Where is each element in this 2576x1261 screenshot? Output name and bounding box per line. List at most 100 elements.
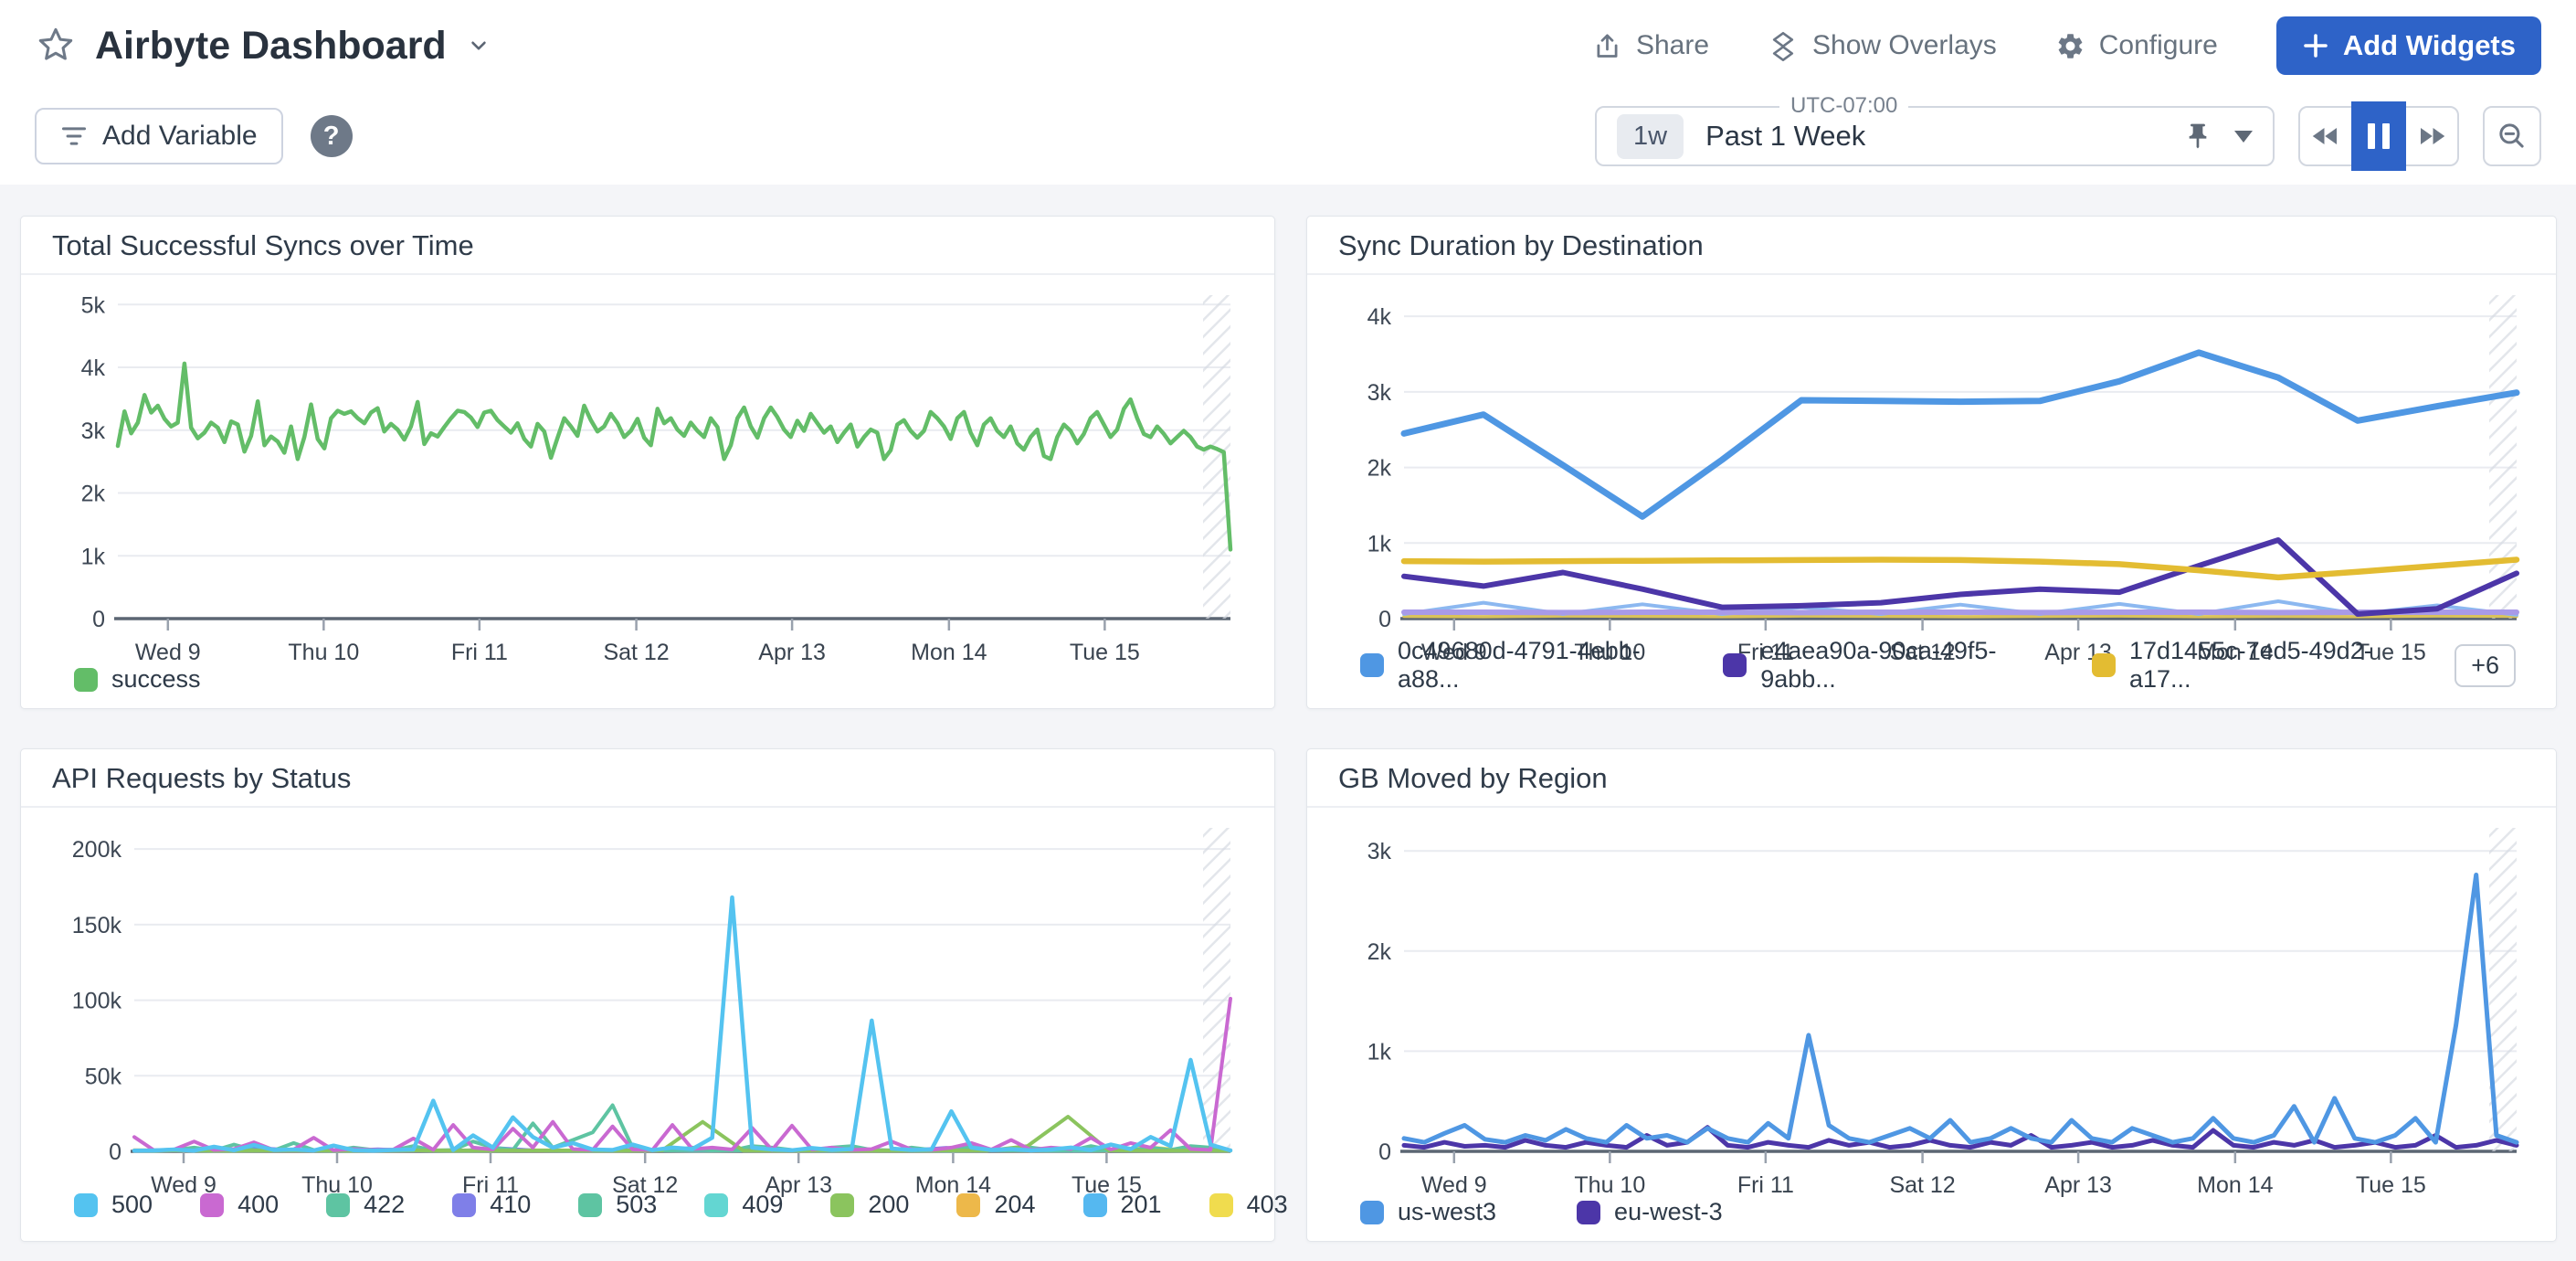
legend-item-410[interactable]: 410 (452, 1191, 531, 1219)
svg-text:200k: 200k (72, 837, 122, 863)
add-variable-button[interactable]: Add Variable (35, 108, 283, 164)
line-chart[interactable]: 3k2k1k0Wed 9Thu 10Fri 11Sat 12Apr 13Mon … (1316, 815, 2531, 1203)
legend-item-us-west3[interactable]: us-west3 (1360, 1198, 1496, 1226)
pause-button[interactable] (2351, 101, 2406, 171)
legend-label: 403 (1247, 1191, 1288, 1219)
legend-label: 422 (364, 1191, 405, 1219)
svg-text:0: 0 (1378, 607, 1391, 632)
legend-swatch (326, 1193, 350, 1217)
time-controls: UTC-07:00 1w Past 1 Week (1595, 106, 2541, 166)
fast-forward-icon (2415, 120, 2448, 153)
share-button[interactable]: Share (1592, 30, 1709, 61)
svg-text:5k: 5k (81, 292, 106, 318)
svg-text:Sat 12: Sat 12 (603, 640, 669, 665)
legend-label: 409 (742, 1191, 783, 1219)
legend-item-e4aea90a-90ca-49f5-9abb-[interactable]: e4aea90a-90ca-49f5-9abb... (1723, 637, 2026, 694)
legend-swatch (1723, 653, 1747, 677)
svg-text:Fri 11: Fri 11 (451, 640, 508, 665)
chart-legend: 500400422410503409200204201403+4 (74, 1183, 1234, 1226)
svg-text:1k: 1k (81, 544, 106, 569)
configure-button[interactable]: Configure (2055, 30, 2218, 61)
legend-label: 201 (1121, 1191, 1162, 1219)
legend-item-0c49680d-4791-4ebb-a88-[interactable]: 0c49680d-4791-4ebb-a88... (1360, 637, 1657, 694)
rewind-icon (2309, 120, 2342, 153)
svg-text:Thu 10: Thu 10 (1574, 1172, 1645, 1198)
legend-swatch (1209, 1193, 1233, 1217)
line-chart[interactable]: 4k3k2k1k0Wed 9Thu 10Fri 11Sat 12Apr 13Mo… (1316, 282, 2531, 670)
help-icon[interactable]: ? (311, 115, 353, 157)
show-overlays-button[interactable]: Show Overlays (1768, 30, 1997, 61)
zoom-out-button[interactable] (2483, 106, 2541, 166)
legend-item-422[interactable]: 422 (326, 1191, 405, 1219)
caret-down-icon[interactable] (2234, 131, 2253, 143)
legend-label: 400 (238, 1191, 279, 1219)
legend-item-17d1455c-7ed5-49d2-a17-[interactable]: 17d1455c-7ed5-49d2-a17... (2092, 637, 2389, 694)
legend-label: 200 (868, 1191, 909, 1219)
range-short-badge: 1w (1617, 114, 1684, 159)
legend-item-success[interactable]: success (74, 665, 201, 694)
header-bar: Airbyte Dashboard Share Show Overlays (0, 0, 2576, 91)
show-overlays-label: Show Overlays (1812, 30, 1997, 61)
legend-label: 503 (616, 1191, 657, 1219)
svg-text:3k: 3k (1367, 839, 1392, 864)
legend-item-200[interactable]: 200 (830, 1191, 909, 1219)
legend-swatch (830, 1193, 854, 1217)
time-range-selector[interactable]: UTC-07:00 1w Past 1 Week (1595, 106, 2275, 166)
dashboard-app: Airbyte Dashboard Share Show Overlays (0, 0, 2576, 1261)
legend-overflow-badge[interactable]: +6 (2455, 644, 2516, 687)
legend-label: e4aea90a-90ca-49f5-9abb... (1760, 637, 2026, 694)
widget-title: Total Successful Syncs over Time (21, 217, 1274, 275)
svg-text:Fri 11: Fri 11 (1737, 1172, 1794, 1198)
widget-title: API Requests by Status (21, 749, 1274, 808)
legend-swatch (2092, 653, 2116, 677)
add-variable-label: Add Variable (102, 121, 258, 152)
pin-icon[interactable] (2183, 122, 2212, 151)
widget-api-requests-by-status: API Requests by Status 200k150k100k50k0W… (20, 748, 1275, 1242)
forward-button[interactable] (2406, 108, 2457, 164)
legend-item-201[interactable]: 201 (1083, 1191, 1162, 1219)
legend-swatch (704, 1193, 728, 1217)
legend-swatch (74, 1193, 98, 1217)
add-widgets-button[interactable]: Add Widgets (2276, 16, 2541, 75)
legend-item-204[interactable]: 204 (956, 1191, 1035, 1219)
legend-item-400[interactable]: 400 (200, 1191, 279, 1219)
line-chart[interactable]: 200k150k100k50k0Wed 9Thu 10Fri 11Sat 12A… (30, 815, 1245, 1203)
legend-item-503[interactable]: 503 (578, 1191, 657, 1219)
share-label: Share (1636, 30, 1709, 61)
svg-text:2k: 2k (1367, 456, 1392, 482)
svg-text:3k: 3k (81, 419, 106, 444)
svg-text:1k: 1k (1367, 1039, 1392, 1065)
legend-item-409[interactable]: 409 (704, 1191, 783, 1219)
widget-title: Sync Duration by Destination (1307, 217, 2556, 275)
timezone-label: UTC-07:00 (1779, 93, 1908, 119)
star-icon[interactable] (35, 25, 77, 67)
chevron-down-icon[interactable] (465, 32, 492, 59)
widget-gb-moved-by-region: GB Moved by Region 3k2k1k0Wed 9Thu 10Fri… (1306, 748, 2557, 1242)
pause-icon (2382, 123, 2390, 149)
gear-icon (2055, 31, 2085, 61)
configure-label: Configure (2099, 30, 2218, 61)
pause-icon (2368, 123, 2375, 149)
legend-swatch (1577, 1201, 1600, 1224)
legend-item-403[interactable]: 403 (1209, 1191, 1288, 1219)
legend-label: us-west3 (1398, 1198, 1496, 1226)
legend-swatch (74, 668, 98, 692)
svg-text:3k: 3k (1367, 380, 1392, 406)
legend-swatch (200, 1193, 224, 1217)
svg-text:Tue 15: Tue 15 (2356, 1172, 2426, 1198)
svg-text:Tue 15: Tue 15 (1070, 640, 1140, 665)
rewind-button[interactable] (2300, 108, 2351, 164)
overlays-icon (1768, 30, 1799, 61)
line-chart[interactable]: 5k4k3k2k1k0Wed 9Thu 10Fri 11Sat 12Apr 13… (30, 282, 1245, 670)
legend-label: 17d1455c-7ed5-49d2-a17... (2129, 637, 2389, 694)
legend-label: eu-west-3 (1614, 1198, 1723, 1226)
legend-item-eu-west-3[interactable]: eu-west-3 (1577, 1198, 1723, 1226)
svg-text:Wed 9: Wed 9 (135, 640, 201, 665)
legend-swatch (452, 1193, 476, 1217)
legend-label: success (111, 665, 201, 694)
legend-item-500[interactable]: 500 (74, 1191, 153, 1219)
svg-text:Apr 13: Apr 13 (758, 640, 826, 665)
chart-legend: us-west3 eu-west-3 (1360, 1198, 2516, 1226)
chart-legend: 0c49680d-4791-4ebb-a88... e4aea90a-90ca-4… (1360, 637, 2516, 694)
svg-text:2k: 2k (81, 482, 106, 507)
